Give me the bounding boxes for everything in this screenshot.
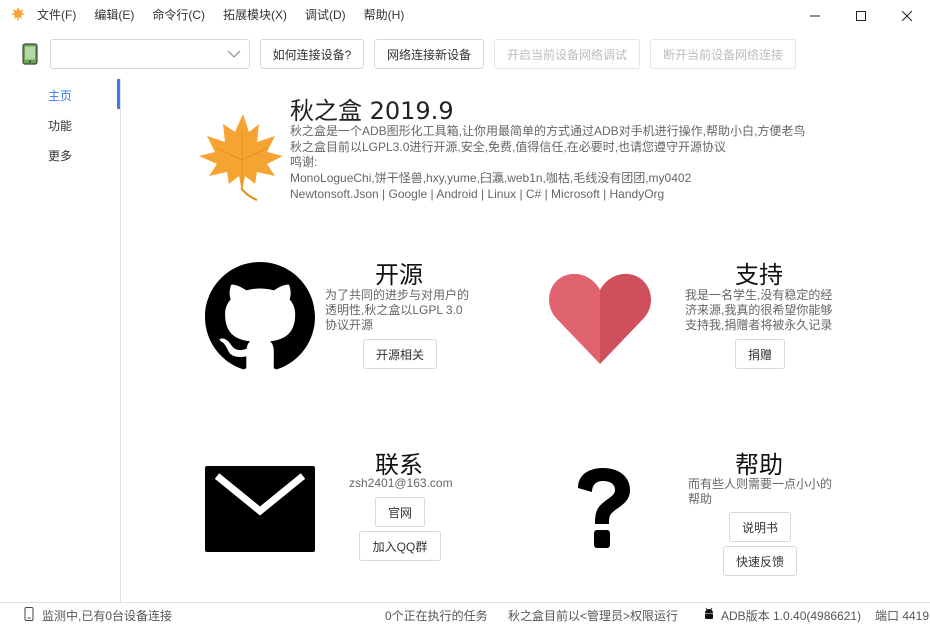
about-thanks-label: 鸣谢:	[290, 155, 318, 169]
open-network-debug-button[interactable]: 开启当前设备网络调试	[494, 39, 640, 69]
chevron-down-icon	[227, 50, 241, 58]
support-desc-line-3: 支持我,捐赠者将被永久记录	[685, 318, 833, 332]
about-thanks-people: MonoLogueChi,饼干怪兽,hxy,yume,臼瀛,web1n,咖枯,毛…	[290, 171, 692, 185]
adb-version-status: ADB版本 1.0.40(4986621)	[721, 609, 862, 623]
nav-item-home[interactable]: 主页	[48, 87, 72, 104]
device-select[interactable]	[50, 39, 250, 69]
donate-button[interactable]: 捐赠	[735, 339, 785, 369]
heart-icon	[549, 273, 651, 364]
toolbar: 如何连接设备? 网络连接新设备 开启当前设备网络调试 断开当前设备网络连接	[0, 31, 930, 79]
phone-outline-icon	[24, 607, 34, 621]
nav-item-more[interactable]: 更多	[48, 147, 72, 164]
maximize-button[interactable]	[838, 0, 884, 31]
task-count-status: 0个正在执行的任务	[385, 609, 488, 623]
mail-icon	[205, 466, 315, 552]
support-title: 支持	[735, 261, 783, 289]
question-mark-icon	[578, 468, 630, 548]
nav-item-features[interactable]: 功能	[48, 117, 72, 134]
support-desc-line-1: 我是一名学生,没有稳定的经	[685, 288, 833, 302]
opensource-desc-line-1: 为了共同的进步与对用户的	[325, 288, 470, 302]
opensource-desc-line-2: 透明性,秋之盒以LGPL 3.0	[325, 303, 463, 317]
help-title: 帮助	[735, 451, 783, 479]
opensource-desc-line-3: 协议开源	[325, 318, 374, 332]
status-bar: 监测中,已有0台设备连接 0个正在执行的任务 秋之盒目前以<管理员>权限运行 A…	[0, 602, 930, 625]
support-desc-line-2: 济来源,我真的很希望你能够	[685, 303, 833, 317]
about-thanks-projects: Newtonsoft.Json | Google | Android | Lin…	[290, 187, 665, 201]
join-qq-group-button[interactable]: 加入QQ群	[359, 531, 441, 561]
how-to-connect-button[interactable]: 如何连接设备?	[260, 39, 364, 69]
maximize-icon	[856, 10, 866, 21]
privilege-status: 秋之盒目前以<管理员>权限运行	[508, 609, 679, 623]
phone-icon	[22, 43, 38, 65]
menu-help[interactable]: 帮助(H)	[355, 0, 414, 31]
menu-debug[interactable]: 调试(D)	[296, 0, 355, 31]
port-status: 端口 4419	[875, 609, 930, 623]
quick-feedback-button[interactable]: 快速反馈	[723, 546, 797, 576]
close-icon	[902, 10, 912, 21]
github-icon	[205, 262, 315, 370]
opensource-title: 开源	[375, 261, 423, 289]
nav-active-indicator	[117, 79, 120, 109]
maple-leaf-icon	[199, 114, 283, 201]
device-monitor-status: 监测中,已有0台设备连接	[42, 609, 173, 623]
menu-extensions[interactable]: 拓展模块(X)	[214, 0, 296, 31]
minimize-button[interactable]	[792, 0, 838, 31]
contact-email: zsh2401@163.com	[349, 476, 453, 490]
about-description-line: 秋之盒是一个ADB图形化工具箱,让你用最简单的方式通过ADB对手机进行操作,帮助…	[290, 124, 806, 138]
android-icon	[705, 607, 713, 619]
opensource-info-button[interactable]: 开源相关	[363, 339, 437, 369]
help-desc-line-1: 而有些人则需要一点小小的	[688, 477, 833, 491]
menu-edit[interactable]: 编辑(E)	[85, 0, 143, 31]
contact-title: 联系	[375, 451, 423, 479]
about-license-line: 秋之盒目前以LGPL3.0进行开源,安全,免费,值得信任,在必要时,也请您遵守开…	[290, 140, 727, 154]
title-bar: 文件(F) 编辑(E) 命令行(C) 拓展模块(X) 调试(D) 帮助(H)	[0, 0, 930, 31]
close-button[interactable]	[884, 0, 930, 31]
about-title: 秋之盒 2019.9	[290, 97, 454, 125]
manual-button[interactable]: 说明书	[729, 512, 791, 542]
side-nav: 主页 功能 更多	[0, 79, 121, 602]
minimize-icon	[810, 15, 820, 16]
menu-command-line[interactable]: 命令行(C)	[143, 0, 214, 31]
app-logo-icon	[11, 7, 25, 21]
disconnect-network-button[interactable]: 断开当前设备网络连接	[650, 39, 796, 69]
website-button[interactable]: 官网	[375, 497, 425, 527]
menu-file[interactable]: 文件(F)	[28, 0, 85, 31]
menu-bar: 文件(F) 编辑(E) 命令行(C) 拓展模块(X) 调试(D) 帮助(H)	[28, 0, 413, 31]
help-desc-line-2: 帮助	[688, 492, 713, 506]
network-connect-button[interactable]: 网络连接新设备	[374, 39, 484, 69]
